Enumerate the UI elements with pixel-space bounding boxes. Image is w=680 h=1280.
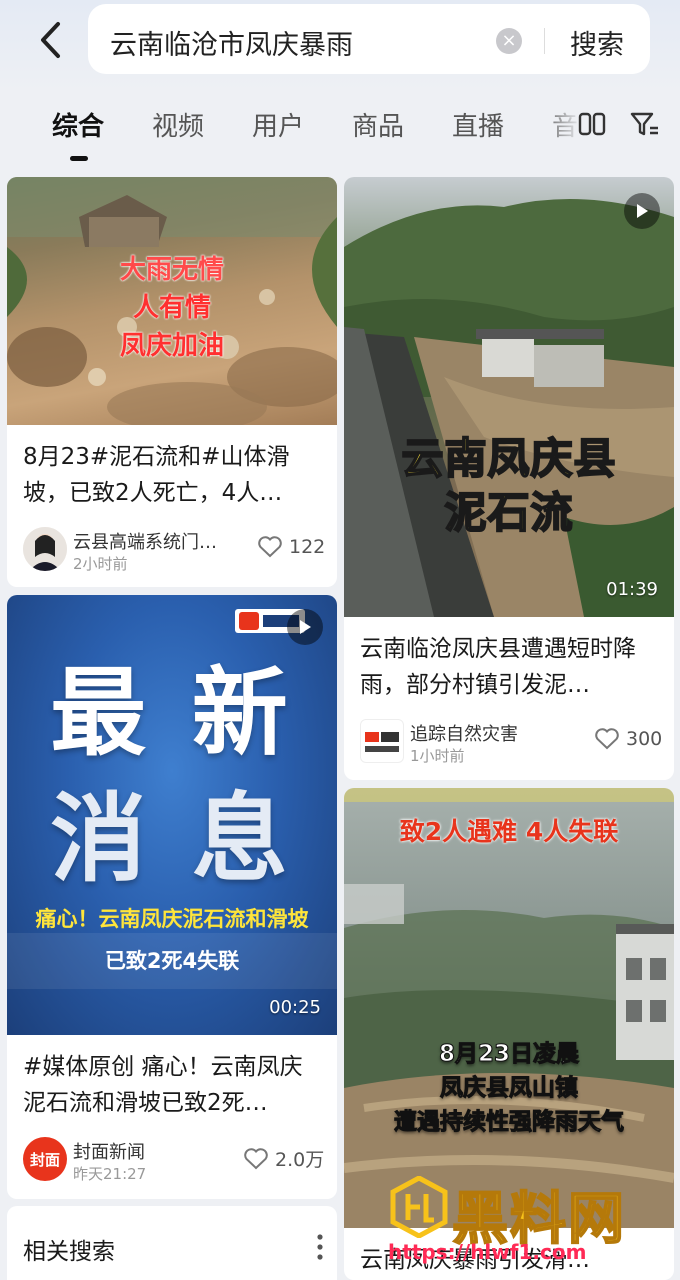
tab-users[interactable]: 用户 <box>252 106 304 143</box>
clear-icon[interactable]: × <box>496 28 522 54</box>
active-tab-indicator <box>70 156 88 161</box>
card-title: 8月23#泥石流和#山体滑坡，已致2人死亡，4人… <box>23 444 290 506</box>
avatar[interactable] <box>23 527 67 571</box>
overlay-line-1: 8月23日凌晨 <box>438 1041 579 1068</box>
flood-river-image <box>344 199 674 617</box>
heart-icon <box>244 1147 268 1169</box>
author-name[interactable]: 追踪自然灾害 <box>410 720 570 746</box>
overlay-line-2: 凤庆县凤山镇 <box>440 1075 579 1102</box>
top-bar: 云南临沧市凤庆暴雨 × 搜索 <box>0 0 680 92</box>
tab-live[interactable]: 直播 <box>452 106 504 143</box>
card-thumbnail: 致2人遇难 4人失联 8月23日凌晨 凤庆县凤山镇 遭遇持续性强降雨天气 <box>344 788 674 1228</box>
overlay-line-2: 泥石流 <box>443 487 574 538</box>
overlay-top: 致2人遇难 4人失联 <box>399 817 619 846</box>
post-time: 2小时前 <box>73 555 128 573</box>
play-icon[interactable] <box>624 193 660 229</box>
person-avatar-icon <box>23 527 67 571</box>
watermark-logo-icon <box>390 1176 448 1238</box>
search-button[interactable]: 搜索 <box>570 23 624 62</box>
card-title: #媒体原创 痛心！云南凤庆泥石流和滑坡已致2死… <box>23 1054 303 1116</box>
result-card[interactable]: 最 新 消 息 痛心！云南凤庆泥石流和滑坡 已致2死4失联 00:25 #媒体原… <box>7 595 337 1199</box>
like-count: 2.0万 <box>275 1149 325 1171</box>
filter-icon[interactable] <box>628 108 660 140</box>
heart-icon <box>258 536 282 558</box>
tab-products[interactable]: 商品 <box>352 106 404 143</box>
like-button[interactable]: 2.0万 <box>243 1145 324 1172</box>
related-searches: 相关搜索 <box>7 1206 337 1280</box>
search-input[interactable]: 云南临沧市凤庆暴雨 <box>110 23 353 62</box>
video-duration: 01:39 <box>606 579 658 600</box>
related-searches-title: 相关搜索 <box>23 1239 115 1265</box>
watermark: 黑料网 https://hlwf1.com <box>388 1174 676 1274</box>
play-triangle-icon <box>300 620 311 634</box>
overlay-line-1: 云南凤庆县 <box>400 433 617 484</box>
filter-tabs: 综合 视频 用户 商品 直播 音 <box>0 92 680 164</box>
card-thumbnail: 大雨无情 人有情 凤庆加油 <box>7 177 337 425</box>
card-thumbnail: 云南凤庆县 泥石流 01:39 <box>344 177 674 617</box>
card-title: 云南临沧凤庆县遭遇短时降雨，部分村镇引发泥… <box>360 636 636 698</box>
chevron-left-icon <box>41 22 60 58</box>
like-count: 300 <box>626 728 663 750</box>
search-divider <box>544 28 545 54</box>
overlay-big-line-1: 最 新 <box>50 657 294 769</box>
author-name[interactable]: 封面新闻 <box>73 1138 223 1164</box>
more-options-icon[interactable] <box>317 1234 323 1260</box>
channel-logo-icon <box>365 732 399 752</box>
overlay-big-line-2: 消 息 <box>50 783 294 895</box>
result-card[interactable]: 云南凤庆县 泥石流 01:39 云南临沧凤庆县遭遇短时降雨，部分村镇引发泥… 追… <box>344 177 674 780</box>
tab-video[interactable]: 视频 <box>152 106 204 143</box>
post-time: 1小时前 <box>410 747 465 765</box>
overlay-line-1: 大雨无情 <box>119 255 224 286</box>
like-count: 122 <box>289 536 326 558</box>
overlay-line-2: 人有情 <box>132 293 211 323</box>
like-button[interactable]: 122 <box>257 535 325 559</box>
avatar[interactable]: 封面 <box>23 1137 67 1181</box>
video-duration: 00:25 <box>269 997 321 1018</box>
watermark-url: https://hlwf1.com <box>388 1240 587 1264</box>
avatar[interactable] <box>360 719 404 763</box>
author-name[interactable]: 云县高端系统门… <box>73 528 243 554</box>
result-card[interactable]: 大雨无情 人有情 凤庆加油 8月23#泥石流和#山体滑坡，已致2人死亡，4人… … <box>7 177 337 587</box>
search-bar[interactable]: 云南临沧市凤庆暴雨 × 搜索 <box>88 4 650 74</box>
post-time: 昨天21:27 <box>73 1165 147 1183</box>
card-thumbnail: 最 新 消 息 痛心！云南凤庆泥石流和滑坡 已致2死4失联 00:25 <box>7 595 337 1035</box>
overlay-line-3: 遭遇持续性强降雨天气 <box>394 1109 625 1136</box>
like-button[interactable]: 300 <box>594 727 662 751</box>
overlay-caption: 痛心！云南凤庆泥石流和滑坡 <box>35 907 309 931</box>
flood-village-image <box>344 884 674 1228</box>
overlay-caption-2: 已致2死4失联 <box>104 949 240 973</box>
layout-toggle-icon[interactable] <box>576 108 608 140</box>
tab-all[interactable]: 综合 <box>52 106 104 143</box>
play-triangle-icon <box>637 204 648 218</box>
heart-icon <box>595 728 619 750</box>
overlay-line-3: 凤庆加油 <box>119 331 224 361</box>
back-button[interactable] <box>28 18 72 62</box>
